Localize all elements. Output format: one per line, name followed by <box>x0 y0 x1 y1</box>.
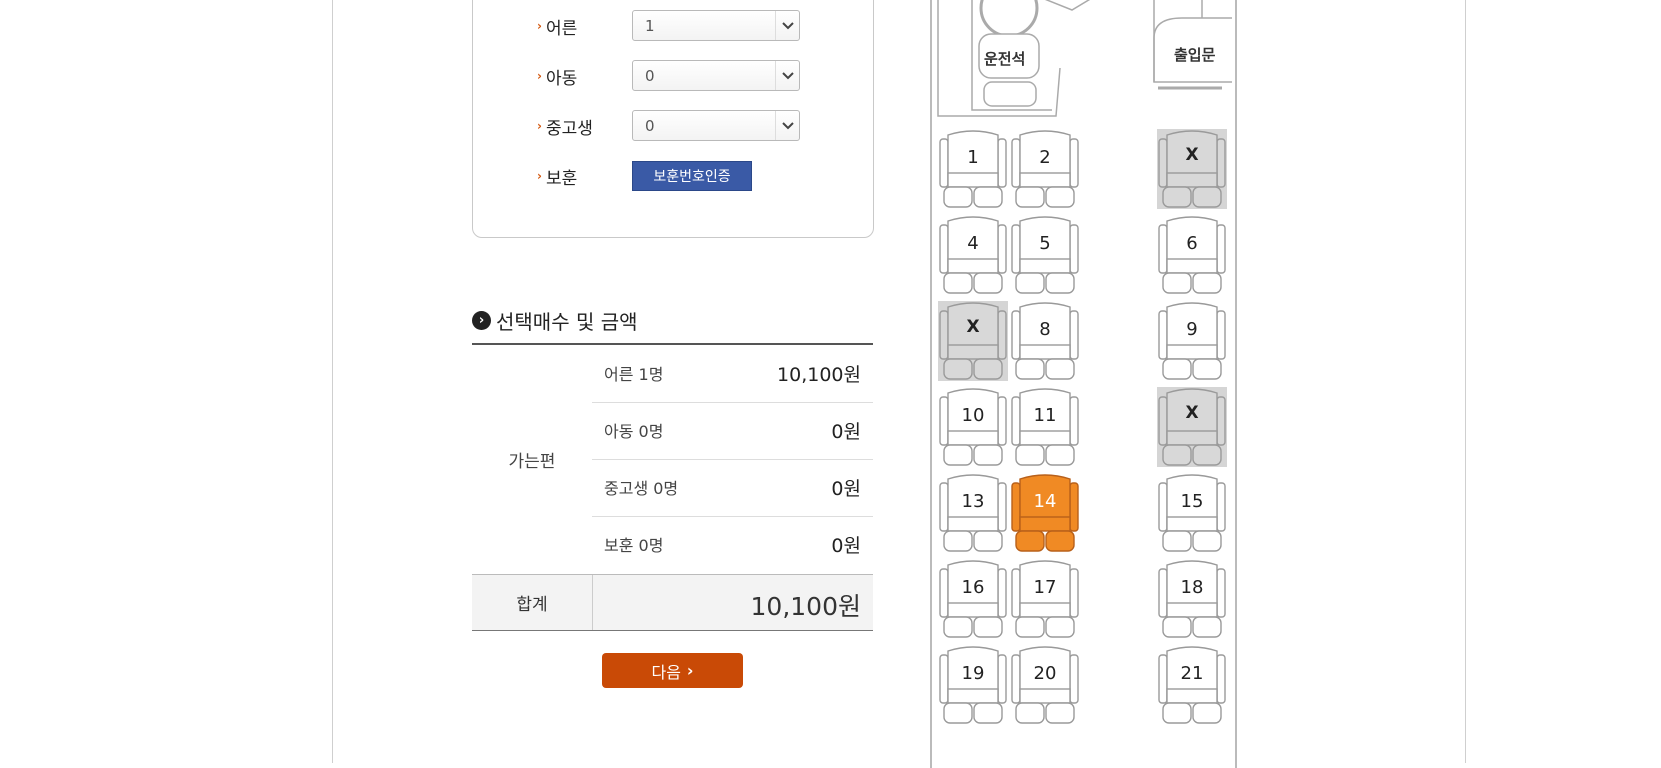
seat-number: 11 <box>1033 405 1057 426</box>
seat-number: 10 <box>961 405 985 426</box>
bullet-arrow-icon: › <box>537 19 542 33</box>
veteran-label: 보훈 <box>545 168 578 189</box>
fare-row-amount: 0원 <box>831 535 861 557</box>
table-row: 아동 0명 0원 <box>592 402 873 460</box>
passenger-row-child: › 아동 <box>537 59 577 93</box>
seat-number: 17 <box>1033 577 1057 598</box>
seat-available[interactable]: 6 <box>1157 215 1227 295</box>
fare-row-amount: 0원 <box>831 478 861 500</box>
seat-number: 21 <box>1180 663 1204 684</box>
fare-row-label: 어른 1명 <box>604 365 664 384</box>
seat-number: 2 <box>1039 147 1051 168</box>
passenger-row-student: › 중고생 <box>537 109 593 143</box>
seat-available[interactable]: 8 <box>1010 301 1080 381</box>
chevron-right-icon: › <box>686 661 694 680</box>
total-amount: 10,100원 <box>750 592 861 621</box>
chevron-right-circle-icon: › <box>472 311 491 330</box>
veteran-verify-button[interactable]: 보훈번호인증 <box>632 161 752 191</box>
passenger-row-adult: › 어른 <box>537 9 577 43</box>
fare-row-label: 중고생 0명 <box>604 479 679 498</box>
seat-available[interactable]: 13 <box>938 473 1008 553</box>
table-row: 중고생 0명 0원 <box>592 459 873 517</box>
bullet-arrow-icon: › <box>537 169 542 183</box>
bus-seat-map: 운전석 출입문 1 2 X 4 5 6 X 8 9 10 11 X 13 14 15 16 17 18 19 20 21 <box>930 0 1237 768</box>
seat-number: 1 <box>967 147 979 168</box>
student-count-value: 0 <box>645 117 655 135</box>
seat-available[interactable]: 16 <box>938 559 1008 639</box>
fare-row-label: 보훈 0명 <box>604 536 664 555</box>
seat-available[interactable]: 17 <box>1010 559 1080 639</box>
child-count-value: 0 <box>645 67 655 85</box>
driver-seat-label: 운전석 <box>984 50 1026 68</box>
chevron-down-icon <box>775 61 799 90</box>
chevron-down-icon <box>775 111 799 140</box>
seat-number: 14 <box>1033 491 1057 512</box>
next-button[interactable]: 다음 › <box>602 653 743 688</box>
summary-heading: › 선택매수 및 금액 <box>472 306 638 335</box>
student-label: 중고생 <box>545 118 593 139</box>
seat-number: X <box>1185 403 1199 423</box>
seat-available[interactable]: 21 <box>1157 645 1227 725</box>
adult-count-select[interactable]: 1 <box>632 10 800 41</box>
seat-available[interactable]: 5 <box>1010 215 1080 295</box>
seat-available[interactable]: 4 <box>938 215 1008 295</box>
fare-row-amount: 0원 <box>831 421 861 443</box>
seat-number: 5 <box>1039 233 1051 254</box>
student-count-select[interactable]: 0 <box>632 110 800 141</box>
seat-number: 15 <box>1180 491 1204 512</box>
summary-title: 선택매수 및 금액 <box>496 310 638 334</box>
next-button-label: 다음 <box>651 662 681 682</box>
seat-number: 20 <box>1033 663 1057 684</box>
adult-label: 어른 <box>545 18 578 39</box>
passenger-row-veteran: › 보훈 <box>537 159 577 193</box>
seat-available[interactable]: 10 <box>938 387 1008 467</box>
seat-available[interactable]: 15 <box>1157 473 1227 553</box>
child-count-select[interactable]: 0 <box>632 60 800 91</box>
seat-available[interactable]: 18 <box>1157 559 1227 639</box>
adult-count-value: 1 <box>645 17 655 35</box>
seat-available[interactable]: 20 <box>1010 645 1080 725</box>
seat-taken: X <box>938 301 1008 381</box>
table-row: 어른 1명 10,100원 <box>592 345 873 403</box>
seat-number: 4 <box>967 233 979 254</box>
seat-taken: X <box>1157 387 1227 467</box>
bullet-arrow-icon: › <box>537 69 542 83</box>
seat-number: 6 <box>1186 233 1198 254</box>
seat-number: 13 <box>961 491 985 512</box>
seat-taken: X <box>1157 129 1227 209</box>
door-label: 출입문 <box>1174 46 1216 64</box>
seat-number: 9 <box>1186 319 1198 340</box>
direction-label: 가는편 <box>508 452 556 472</box>
seat-available[interactable]: 11 <box>1010 387 1080 467</box>
seat-number: X <box>1185 145 1199 165</box>
fare-summary-table: 가는편 어른 1명 10,100원 아동 0명 0원 중고생 0명 0원 보훈 … <box>472 343 873 631</box>
chevron-down-icon <box>775 11 799 40</box>
total-label: 합계 <box>472 575 593 630</box>
table-row: 보훈 0명 0원 <box>592 516 873 573</box>
seat-available[interactable]: 9 <box>1157 301 1227 381</box>
seat-number: X <box>966 317 980 337</box>
seat-available[interactable]: 19 <box>938 645 1008 725</box>
total-row: 합계 10,100원 <box>472 574 873 631</box>
seat-available[interactable]: 2 <box>1010 129 1080 209</box>
bullet-arrow-icon: › <box>537 119 542 133</box>
seat-number: 19 <box>961 663 985 684</box>
seat-number: 18 <box>1180 577 1204 598</box>
fare-row-amount: 10,100원 <box>777 364 861 386</box>
fare-row-label: 아동 0명 <box>604 422 664 441</box>
seat-number: 16 <box>961 577 985 598</box>
seat-available[interactable]: 1 <box>938 129 1008 209</box>
child-label: 아동 <box>545 68 578 89</box>
seat-number: 8 <box>1039 319 1051 340</box>
seat-selected[interactable]: 14 <box>1010 473 1080 553</box>
